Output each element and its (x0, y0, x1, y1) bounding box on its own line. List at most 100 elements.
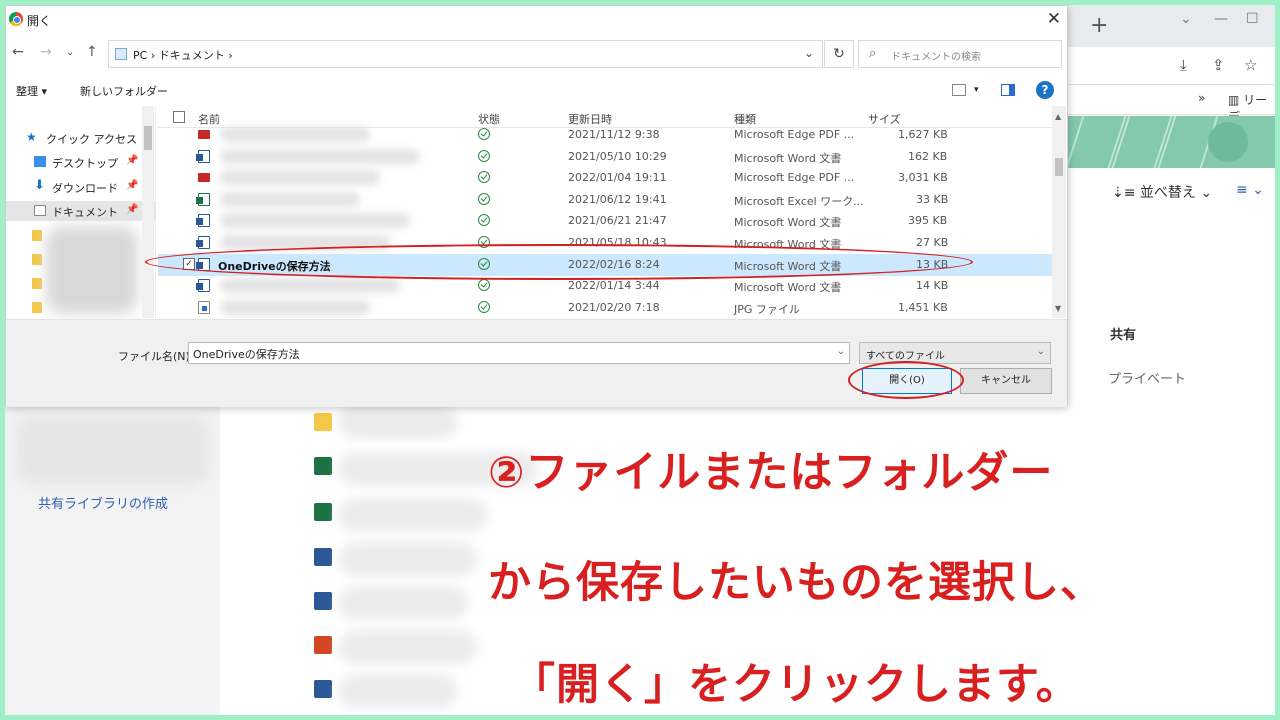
file-size: 14 KB (916, 279, 949, 292)
back-arrow-icon[interactable]: ← (12, 44, 24, 60)
filename-label: ファイル名(N): (118, 350, 194, 363)
address-path: PC › ドキュメント › (133, 49, 233, 62)
up-arrow-icon[interactable]: ↑ (86, 44, 98, 60)
scrollbar-thumb[interactable] (144, 126, 152, 150)
folder-icon[interactable] (32, 254, 42, 265)
bookmarks-chevron-icon[interactable]: » (1198, 91, 1205, 105)
help-icon[interactable]: ? (1036, 81, 1054, 99)
blurred-filename (338, 674, 458, 708)
download-arrow-icon: ⬇ (34, 178, 45, 193)
highlight-ring-open-button (848, 361, 964, 399)
file-size: 395 KB (908, 214, 948, 227)
new-tab-button[interactable]: + (1090, 13, 1108, 38)
file-date: 2021/06/12 19:41 (568, 193, 667, 206)
sidebar-item-desktop[interactable]: デスクトップ 📌 (6, 152, 156, 172)
word-file-icon (196, 214, 210, 227)
banner-circle (1208, 122, 1248, 162)
recent-locations-chevron-icon[interactable]: ⌄ (66, 47, 74, 58)
sync-status-icon (478, 150, 490, 162)
blurred-filename (220, 300, 370, 315)
share-icon[interactable]: ⇪ (1212, 56, 1225, 74)
organize-menu-button[interactable]: 整理 ▾ (16, 83, 47, 99)
folder-icon[interactable] (32, 278, 42, 289)
file-row[interactable]: 2021/06/21 21:47 Microsoft Word 文書 395 K… (158, 210, 1056, 232)
pin-icon[interactable]: 📌 (126, 180, 138, 191)
file-row[interactable]: 2021/11/12 9:38 Microsoft Edge PDF ... 1… (158, 124, 1056, 146)
blurred-filename (338, 498, 488, 532)
navigation-pane: ★ クイック アクセス デスクトップ 📌 ⬇ ダウンロード 📌 ドキュメント 📌 (6, 106, 156, 318)
file-row[interactable]: 2021/05/10 10:29 Microsoft Word 文書 162 K… (158, 146, 1056, 168)
star-icon: ★ (26, 130, 37, 144)
browser-tab-bar: + ⌄ — ☐ (1068, 5, 1275, 47)
maximize-icon[interactable]: ☐ (1246, 11, 1259, 27)
folder-icon[interactable] (32, 302, 42, 313)
file-row[interactable]: 2022/01/04 19:11 Microsoft Edge PDF ... … (158, 167, 1056, 189)
create-shared-library-link[interactable]: 共有ライブラリの作成 (38, 493, 168, 512)
file-type: Microsoft Edge PDF ... (734, 128, 855, 141)
filename-input[interactable]: OneDriveの保存方法 ⌄ (188, 342, 850, 364)
filetype-select[interactable]: すべてのファイル ⌄ (859, 342, 1051, 364)
sidebar-item-quick-access[interactable]: ★ クイック アクセス (6, 128, 156, 148)
excel-file-icon[interactable] (314, 457, 332, 475)
favorite-star-icon[interactable]: ☆ (1244, 56, 1257, 74)
sync-status-icon (478, 193, 490, 205)
folder-icon[interactable] (314, 413, 332, 431)
word-file-icon (196, 236, 210, 249)
new-folder-button[interactable]: 新しいフォルダー (80, 83, 168, 99)
excel-file-icon[interactable] (314, 503, 332, 521)
refresh-button[interactable]: ↻ (824, 40, 854, 68)
share-column-header: 共有 (1110, 328, 1137, 343)
forward-arrow-icon[interactable]: → (40, 44, 52, 60)
filename-dropdown-icon[interactable]: ⌄ (837, 346, 845, 357)
word-file-icon[interactable] (314, 548, 332, 566)
select-all-checkbox[interactable] (173, 111, 185, 123)
file-date: 2021/11/12 9:38 (568, 128, 660, 141)
change-view-icon[interactable] (952, 84, 966, 96)
powerpoint-file-icon[interactable] (314, 636, 332, 654)
search-box[interactable]: ⌕ ドキュメントの検索 (858, 40, 1062, 68)
word-file-icon (196, 279, 210, 292)
file-list-scrollbar[interactable]: ▲ ▼ (1052, 106, 1066, 318)
filetype-dropdown-icon[interactable]: ⌄ (1037, 346, 1045, 357)
download-icon[interactable]: ⤓ (1180, 56, 1187, 74)
sync-status-icon (478, 171, 490, 183)
blurred-filename (220, 127, 370, 142)
jpg-file-icon (198, 301, 210, 314)
folder-icon[interactable] (32, 230, 42, 241)
sidebar-item-documents[interactable]: ドキュメント 📌 (6, 201, 156, 221)
file-date: 2021/05/10 10:29 (568, 150, 667, 163)
file-list: 名前 状態 更新日時 種類 サイズ 2021/11/12 9:38 Micros… (158, 106, 1056, 318)
word-file-icon[interactable] (314, 680, 332, 698)
file-date: 2021/02/20 7:18 (568, 301, 660, 314)
preview-pane-icon[interactable] (1001, 84, 1015, 96)
scroll-up-icon[interactable]: ▲ (1055, 112, 1061, 121)
cancel-button[interactable]: キャンセル (960, 368, 1052, 394)
blurred-filename (220, 213, 410, 228)
sort-button[interactable]: ⇣≡ 並べ替え ⌄ (1112, 182, 1212, 202)
instruction-line-3: 「開く」をクリックします。 (512, 660, 1080, 710)
sidebar-scrollbar[interactable] (142, 106, 154, 318)
blurred-filename (220, 170, 380, 185)
file-size: 1,451 KB (898, 301, 948, 314)
word-file-icon[interactable] (314, 592, 332, 610)
search-placeholder: ドキュメントの検索 (891, 52, 981, 63)
excel-file-icon (196, 193, 210, 206)
blurred-filename (338, 586, 468, 620)
minimize-icon[interactable]: — (1214, 11, 1228, 27)
scroll-down-icon[interactable]: ▼ (1055, 304, 1061, 313)
sidebar-item-downloads[interactable]: ⬇ ダウンロード 📌 (6, 177, 156, 197)
view-options-button[interactable]: ≡ ⌄ (1236, 182, 1264, 198)
close-icon[interactable]: ✕ (1047, 9, 1061, 29)
file-type: Microsoft Word 文書 (734, 281, 842, 294)
pin-icon[interactable]: 📌 (126, 204, 138, 215)
view-options-chevron-icon[interactable]: ▾ (974, 85, 979, 95)
address-bar[interactable]: PC › ドキュメント › ⌄ (108, 40, 823, 68)
file-type: JPG ファイル (734, 303, 800, 316)
pin-icon[interactable]: 📌 (126, 155, 138, 166)
file-row[interactable]: 2021/02/20 7:18 JPG ファイル 1,451 KB (158, 297, 1056, 318)
scrollbar-thumb[interactable] (1055, 158, 1063, 176)
address-dropdown-icon[interactable]: ⌄ (804, 46, 814, 60)
blurred-filename (338, 405, 458, 439)
file-row[interactable]: 2021/06/12 19:41 Microsoft Excel ワーク... … (158, 189, 1056, 211)
tab-search-chevron-icon[interactable]: ⌄ (1180, 11, 1192, 27)
